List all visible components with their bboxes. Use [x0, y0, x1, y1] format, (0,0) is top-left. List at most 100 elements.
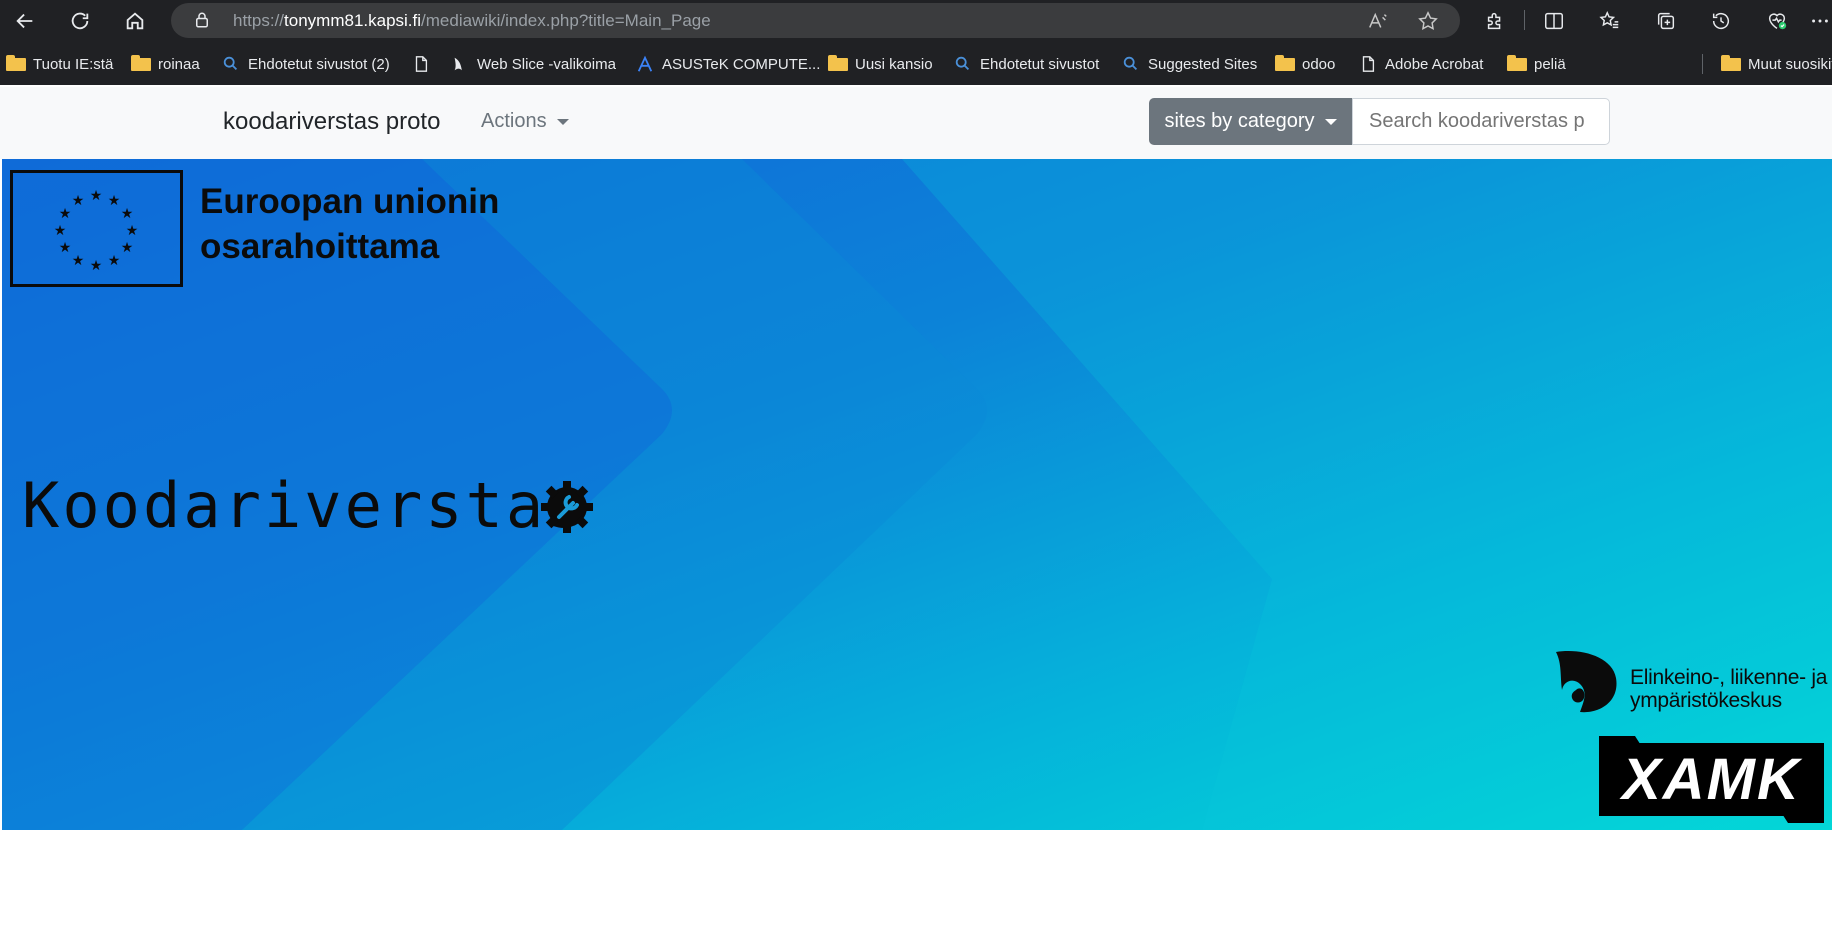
- caret-down-icon: [556, 118, 569, 125]
- search-icon: [223, 56, 238, 71]
- bookmark-ehdotetut[interactable]: Ehdotetut sivustot: [953, 52, 1099, 76]
- folder-icon: [1721, 55, 1741, 73]
- bookmark-suggested-sites[interactable]: Suggested Sites: [1121, 52, 1257, 76]
- folder-icon: [1507, 55, 1527, 73]
- eu-stars-icon: ★ ★★ ★★★ ★★★ ★★★: [54, 188, 139, 274]
- url-scheme: https://: [233, 11, 285, 30]
- back-arrow-icon: [16, 13, 33, 29]
- gear-wrench-icon: [541, 481, 593, 533]
- favorites-list-icon: [1599, 10, 1619, 29]
- browser-toolbar: https://tonymm81.kapsi.fi/mediawiki/inde…: [0, 0, 1832, 41]
- bookmark-asus[interactable]: ASUSTeK COMPUTE...: [635, 52, 820, 76]
- bookmark-label: roinaa: [158, 55, 200, 73]
- url-host: tonymm81.kapsi.fi: [284, 11, 422, 30]
- bookmark-web-slice[interactable]: Web Slice -valikoima: [450, 52, 616, 76]
- split-screen-button[interactable]: [1537, 4, 1571, 38]
- history-icon: [1712, 13, 1730, 30]
- browser-essentials-button[interactable]: [1760, 4, 1794, 38]
- hero-banner: ★ ★ ★ ★ ★ ★ ★ ★ ★ ★ ★ ★ Euroopan unionin osaraho…: [2, 159, 1832, 830]
- bookmark-pelia[interactable]: peliä: [1507, 52, 1566, 76]
- svg-text:★: ★: [90, 258, 103, 274]
- eu-flag: ★ ★ ★ ★ ★ ★ ★ ★ ★ ★ ★ ★: [10, 170, 183, 287]
- refresh-button[interactable]: [63, 4, 97, 38]
- search-icon: [955, 56, 970, 71]
- folder-icon: [6, 55, 26, 73]
- svg-text:★: ★: [108, 193, 121, 209]
- home-icon: [126, 12, 144, 30]
- bookmarks-divider: [1702, 54, 1703, 74]
- category-button-label: sites by category: [1164, 110, 1315, 132]
- browser-chrome: https://tonymm81.kapsi.fi/mediawiki/inde…: [0, 0, 1832, 85]
- page-icon: [415, 56, 428, 72]
- svg-text:★: ★: [72, 253, 85, 269]
- folder-icon: [1275, 55, 1295, 73]
- svg-text:★: ★: [121, 206, 134, 222]
- bookmark-label: Uusi kansio: [855, 55, 933, 73]
- bookmark-page[interactable]: [411, 52, 438, 76]
- eu-funding-text: Euroopan unionin osarahoittama: [200, 179, 499, 269]
- bookmark-label: Tuotu IE:stä: [33, 55, 114, 73]
- bookmark-muut-suosikit[interactable]: Muut suosikit: [1721, 52, 1832, 76]
- refresh-icon: [71, 12, 89, 30]
- collections-icon: [1657, 12, 1675, 30]
- asus-icon: [637, 55, 653, 72]
- bookmark-odoo[interactable]: odoo: [1275, 52, 1335, 76]
- ely-line-1: Elinkeino-, liikenne- ja: [1630, 666, 1828, 689]
- xamk-logo: XAMK: [1599, 736, 1824, 823]
- url-text[interactable]: https://tonymm81.kapsi.fi/mediawiki/inde…: [233, 11, 711, 31]
- svg-text:★: ★: [59, 206, 72, 222]
- search-input[interactable]: [1352, 98, 1610, 145]
- extensions-button[interactable]: [1478, 4, 1512, 38]
- bookmark-label: Adobe Acrobat: [1385, 55, 1484, 73]
- ely-logo-icon: [1556, 651, 1617, 713]
- more-menu-button[interactable]: [1808, 4, 1832, 38]
- koodariverstas-title: Koodariverstas: [22, 469, 587, 542]
- folder-icon: [131, 55, 151, 73]
- folder-icon: [828, 55, 848, 73]
- bookmark-ehdotetut-2[interactable]: Ehdotetut sivustot (2): [221, 52, 390, 76]
- back-button[interactable]: [8, 4, 42, 38]
- more-dots-icon: [1812, 19, 1828, 23]
- favorites-button[interactable]: [1593, 4, 1627, 38]
- caret-down-icon: [1324, 118, 1337, 125]
- bookmarks-bar: Tuotu IE:stä roinaa Ehdotetut sivustot (…: [0, 46, 1832, 82]
- eu-line-1: Euroopan unionin: [200, 182, 500, 221]
- svg-text:★: ★: [72, 193, 85, 209]
- svg-text:★: ★: [59, 240, 72, 256]
- home-button[interactable]: [118, 4, 152, 38]
- bookmark-label: Web Slice -valikoima: [477, 55, 616, 73]
- site-brand[interactable]: koodariverstas proto: [223, 108, 440, 136]
- bookmark-label: odoo: [1302, 55, 1336, 73]
- bookmark-adobe-acrobat[interactable]: Adobe Acrobat: [1358, 52, 1483, 76]
- favorite-star-icon[interactable]: [1417, 10, 1439, 32]
- eu-line-2: osarahoittama: [200, 227, 440, 266]
- history-button[interactable]: [1704, 4, 1738, 38]
- site-navbar: koodariverstas proto Actions sites by ca…: [0, 87, 1832, 159]
- ely-centre-text: Elinkeino-, liikenne- ja ympäristökeskus: [1630, 666, 1827, 712]
- bookmark-label: ASUSTeK COMPUTE...: [662, 55, 821, 73]
- bookmark-label: Ehdotetut sivustot: [980, 55, 1100, 73]
- lock-icon: [196, 12, 208, 28]
- web-slice-icon: [454, 57, 462, 71]
- puzzle-icon: [1487, 12, 1501, 30]
- bookmark-label: Suggested Sites: [1148, 55, 1258, 73]
- search-icon: [1123, 56, 1138, 71]
- collections-button[interactable]: [1649, 4, 1683, 38]
- read-aloud-icon[interactable]: [1367, 10, 1389, 32]
- bookmark-roinaa[interactable]: roinaa: [131, 52, 200, 76]
- actions-dropdown[interactable]: Actions: [481, 110, 569, 133]
- bookmark-label: Muut suosikit: [1748, 55, 1832, 73]
- sites-by-category-button[interactable]: sites by category: [1149, 98, 1352, 145]
- bookmark-label: Ehdotetut sivustot (2): [248, 55, 390, 73]
- svg-text:★: ★: [54, 223, 67, 239]
- split-screen-icon: [1545, 12, 1563, 30]
- bookmark-uusi-kansio[interactable]: Uusi kansio: [828, 52, 933, 76]
- actions-label: Actions: [481, 110, 547, 132]
- svg-text:★: ★: [90, 188, 103, 204]
- bookmark-tuotu-ie[interactable]: Tuotu IE:stä: [6, 52, 113, 76]
- address-bar[interactable]: https://tonymm81.kapsi.fi/mediawiki/inde…: [171, 3, 1460, 38]
- page-icon: [1362, 56, 1375, 72]
- svg-text:★: ★: [126, 223, 139, 239]
- toolbar-divider: [1524, 10, 1525, 30]
- svg-text:★: ★: [108, 253, 121, 269]
